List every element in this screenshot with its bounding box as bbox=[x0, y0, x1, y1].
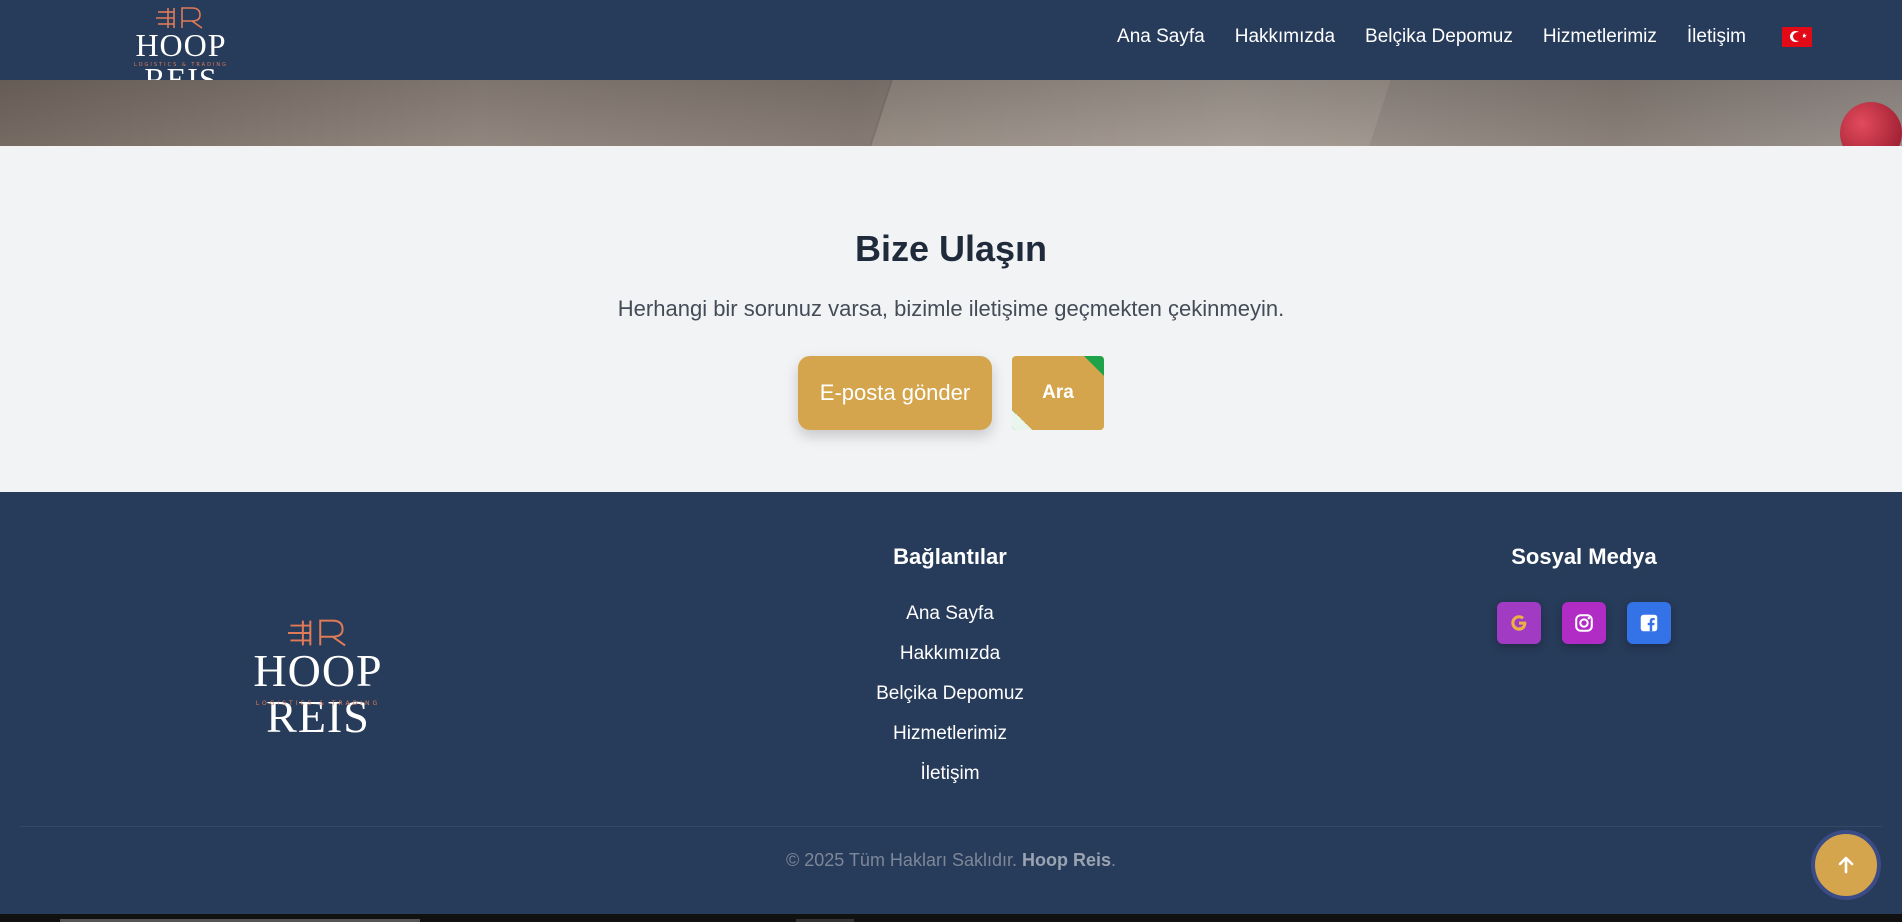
google-link[interactable] bbox=[1497, 602, 1541, 644]
copyright-suffix: . bbox=[1111, 850, 1117, 870]
instagram-link[interactable] bbox=[1562, 602, 1606, 644]
site-logo[interactable]: HOOP REIS LOGISTICS & TRADING bbox=[96, 6, 266, 96]
arrow-up-icon bbox=[1838, 856, 1854, 874]
footer-divider bbox=[20, 826, 1882, 827]
logo-tagline: LOGISTICS & TRADING bbox=[133, 62, 229, 68]
copyright-text: © 2025 Tüm Hakları Saklıdır. Hoop Reis. bbox=[0, 850, 1902, 871]
social-icons-row bbox=[1434, 602, 1734, 644]
nav-item-belgium-warehouse[interactable]: Belçika Depomuz bbox=[1365, 26, 1513, 48]
site-footer: HOOP REIS LOGISTICS & TRADING Bağlantıla… bbox=[0, 492, 1902, 914]
footer-link-home[interactable]: Ana Sayfa bbox=[800, 594, 1100, 634]
contact-title: Bize Ulaşın bbox=[854, 228, 1048, 269]
footer-link-contact[interactable]: İletişim bbox=[800, 754, 1100, 794]
footer-links-title: Bağlantılar bbox=[893, 544, 1007, 569]
scroll-to-top-button[interactable] bbox=[1811, 830, 1881, 900]
nav-item-contact[interactable]: İletişim bbox=[1687, 26, 1746, 48]
main-nav: Ana Sayfa Hakkımızda Belçika Depomuz Hiz… bbox=[1117, 0, 1812, 74]
facebook-link[interactable] bbox=[1627, 602, 1671, 644]
facebook-icon bbox=[1640, 614, 1658, 632]
logo-tagline: LOGISTICS & TRADING bbox=[255, 700, 381, 707]
hero-image bbox=[0, 80, 1902, 146]
footer-links-column: Bağlantılar Ana Sayfa Hakkımızda Belçika… bbox=[800, 544, 1100, 794]
hero-overlay bbox=[0, 80, 1902, 146]
turkey-flag-icon[interactable]: ★ bbox=[1782, 27, 1812, 47]
instagram-icon bbox=[1575, 614, 1593, 632]
corner-decoration bbox=[1084, 356, 1104, 376]
footer-social-title: Sosyal Medya bbox=[1511, 544, 1657, 569]
footer-logo[interactable]: HOOP REIS LOGISTICS & TRADING bbox=[200, 618, 436, 740]
footer-link-about[interactable]: Hakkımızda bbox=[800, 634, 1100, 674]
call-button[interactable]: Ara bbox=[1012, 356, 1104, 430]
call-button-label: Ara bbox=[1042, 382, 1074, 403]
nav-item-home[interactable]: Ana Sayfa bbox=[1117, 26, 1205, 48]
contact-section: Bize Ulaşın Herhangi bir sorunuz varsa, … bbox=[0, 146, 1902, 492]
logo-wordmark: HOOP REIS bbox=[253, 645, 383, 742]
footer-link-services[interactable]: Hizmetlerimiz bbox=[800, 714, 1100, 754]
contact-subtitle: Herhangi bir sorunuz varsa, bizimle ilet… bbox=[617, 296, 1285, 321]
send-email-button[interactable]: E-posta gönder bbox=[798, 356, 992, 430]
google-icon bbox=[1511, 615, 1527, 631]
hr-monogram-icon bbox=[288, 619, 346, 647]
nav-item-services[interactable]: Hizmetlerimiz bbox=[1543, 26, 1657, 48]
site-header: HOOP REIS LOGISTICS & TRADING Ana Sayfa … bbox=[0, 0, 1902, 96]
nav-item-about[interactable]: Hakkımızda bbox=[1235, 26, 1335, 48]
footer-link-belgium-warehouse[interactable]: Belçika Depomuz bbox=[800, 674, 1100, 714]
browser-bottom-bar bbox=[0, 914, 1902, 922]
footer-link-list: Ana Sayfa Hakkımızda Belçika Depomuz Hiz… bbox=[800, 594, 1100, 794]
footer-social-column: Sosyal Medya bbox=[1434, 544, 1734, 644]
corner-fold bbox=[1012, 410, 1032, 430]
copyright-prefix: © 2025 Tüm Hakları Saklıdır. bbox=[785, 850, 1017, 870]
copyright-brand: Hoop Reis bbox=[1022, 850, 1112, 870]
